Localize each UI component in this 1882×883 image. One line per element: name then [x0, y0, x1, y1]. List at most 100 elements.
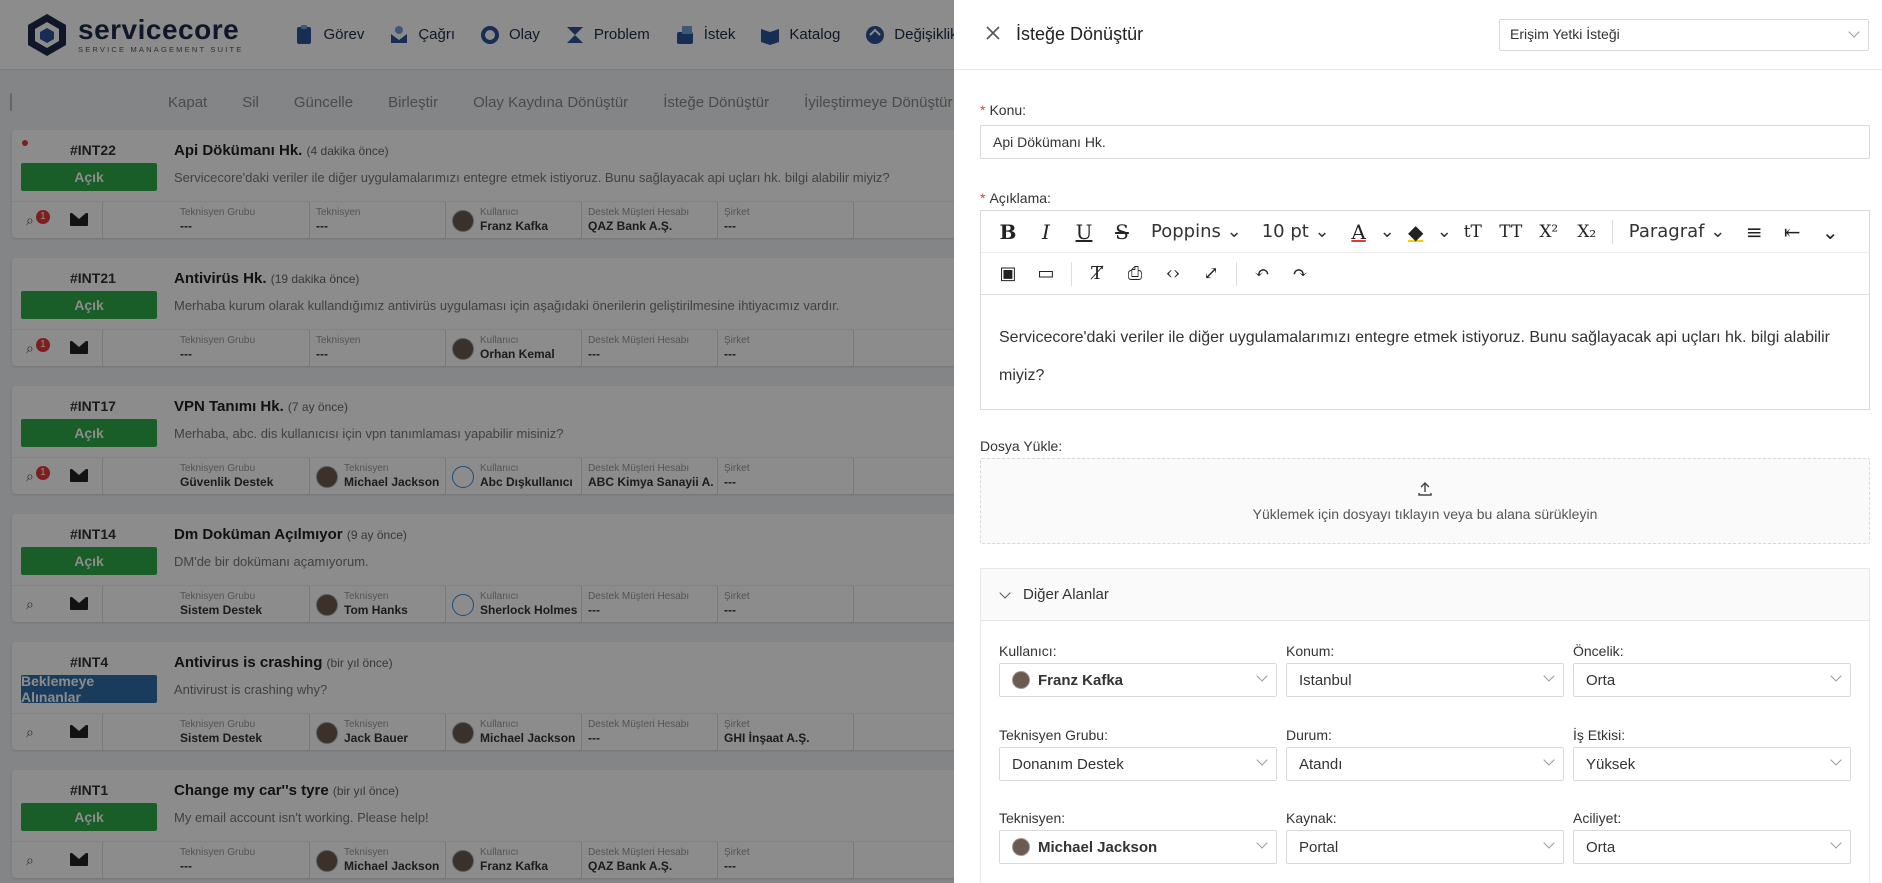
- drawer-header: İsteğe Dönüştür Erişim Yetki İsteği: [954, 0, 1882, 70]
- modal-overlay[interactable]: [0, 0, 954, 883]
- fullscreen-icon[interactable]: ⤢: [1192, 263, 1230, 284]
- chevron-down-icon: [1830, 837, 1842, 849]
- print-icon[interactable]: ⎙: [1116, 263, 1154, 284]
- tech-select[interactable]: Michael Jackson: [999, 830, 1277, 864]
- tech-group-select[interactable]: Donanım Destek: [999, 747, 1277, 781]
- upload-icon: [1418, 482, 1432, 496]
- avatar: [1012, 838, 1030, 856]
- redo-icon[interactable]: ↷: [1281, 263, 1319, 284]
- video-icon[interactable]: ▭: [1027, 263, 1065, 284]
- urgency-select-value: Orta: [1586, 838, 1616, 856]
- chevron-down-icon: [1543, 754, 1555, 766]
- chevron-down-icon: [1830, 670, 1842, 682]
- paragraph-value: Paragraf: [1628, 221, 1705, 242]
- upload-dropzone[interactable]: Yüklemek için dosyayı tıklayın veya bu a…: [980, 458, 1870, 544]
- source-field-label: Kaynak:: [1286, 810, 1337, 826]
- description-editor: B I U S Poppins ⌄ 10 pt ⌄ A ⌄ ◆ ⌄ tT TT X²…: [980, 210, 1870, 410]
- priority-select[interactable]: Orta: [1573, 663, 1851, 697]
- undo-icon[interactable]: ↶: [1243, 263, 1281, 284]
- chevron-down-icon: [1543, 670, 1555, 682]
- chevron-down-icon: [1256, 754, 1268, 766]
- chevron-down-icon[interactable]: ⌄: [1437, 221, 1452, 242]
- location-select-value: Istanbul: [1299, 671, 1352, 689]
- priority-field-label-text: Öncelik: [1573, 643, 1620, 659]
- template-select[interactable]: Erişim Yetki İsteği: [1499, 19, 1869, 51]
- tech-field-label-text: Teknisyen: [999, 810, 1062, 826]
- underline-icon[interactable]: U: [1065, 220, 1103, 244]
- subscript-icon[interactable]: X₂: [1568, 222, 1606, 242]
- chevron-down-icon: [1848, 26, 1860, 38]
- image-icon[interactable]: ▣: [989, 263, 1027, 284]
- description-label: * Açıklama:: [980, 190, 1051, 206]
- bold-icon[interactable]: B: [989, 220, 1027, 244]
- text-transform-icon[interactable]: TT: [1492, 222, 1530, 242]
- priority-field-label: Öncelik:: [1573, 643, 1624, 659]
- impact-field-label: İş Etkisi:: [1573, 727, 1626, 743]
- other-fields-title: Diğer Alanlar: [1023, 586, 1109, 603]
- superscript-icon[interactable]: X²: [1530, 222, 1568, 242]
- tech-field-label: Teknisyen:: [999, 810, 1066, 826]
- strikethrough-icon[interactable]: S: [1103, 220, 1141, 244]
- tech-group-field-label: Teknisyen Grubu:: [999, 727, 1108, 743]
- subject-input[interactable]: Api Dökümanı Hk.: [980, 125, 1870, 159]
- required-marker: *: [980, 190, 986, 206]
- status-select-value: Atandı: [1299, 755, 1343, 773]
- status-select[interactable]: Atandı: [1286, 747, 1564, 781]
- font-color-icon[interactable]: A: [1340, 220, 1378, 244]
- location-field-label: Konum:: [1286, 643, 1335, 659]
- description-label-text: Açıklama: [989, 190, 1048, 206]
- font-size-select[interactable]: 10 pt ⌄: [1262, 221, 1330, 242]
- font-size-value: 10 pt: [1261, 221, 1309, 242]
- required-marker: *: [980, 102, 986, 118]
- source-field-label-text: Kaynak: [1286, 810, 1333, 826]
- toolbar-divider: [1611, 219, 1613, 244]
- avatar: [1012, 671, 1030, 689]
- status-field-label: Durum:: [1286, 727, 1332, 743]
- highlight-color-icon[interactable]: ◆: [1397, 220, 1435, 244]
- user-select[interactable]: Franz Kafka: [999, 663, 1277, 697]
- location-select[interactable]: Istanbul: [1286, 663, 1564, 697]
- code-view-icon[interactable]: ‹›: [1154, 263, 1192, 284]
- chevron-down-icon: [1256, 670, 1268, 682]
- editor-toolbar-row-2: ▣ ▭ Ⱦ ⎙ ‹› ⤢ ↶ ↷: [981, 253, 1869, 295]
- status-field-label-text: Durum: [1286, 727, 1329, 743]
- upload-label-text: Dosya Yükle: [980, 438, 1059, 454]
- source-select[interactable]: Portal: [1286, 830, 1564, 864]
- toolbar-divider: [1236, 261, 1237, 286]
- align-left-icon[interactable]: ≡: [1735, 220, 1773, 244]
- subject-input-value: Api Dökümanı Hk.: [993, 134, 1106, 150]
- italic-icon[interactable]: I: [1027, 220, 1065, 244]
- other-fields-header[interactable]: Diğer Alanlar: [981, 569, 1869, 621]
- editor-toolbar-row-1: B I U S Poppins ⌄ 10 pt ⌄ A ⌄ ◆ ⌄ tT TT X²…: [981, 211, 1869, 253]
- font-family-select[interactable]: Poppins ⌄: [1151, 221, 1242, 242]
- outdent-icon[interactable]: ⇤: [1773, 220, 1811, 244]
- urgency-select[interactable]: Orta: [1573, 830, 1851, 864]
- chevron-down-icon[interactable]: ⌄: [1380, 221, 1395, 242]
- tech-select-value: Michael Jackson: [1038, 838, 1158, 856]
- upload-label: Dosya Yükle:: [980, 438, 1063, 454]
- font-family-value: Poppins: [1151, 221, 1221, 242]
- description-content[interactable]: Servicecore'daki veriler ile diğer uygul…: [981, 295, 1869, 419]
- source-select-value: Portal: [1299, 838, 1339, 856]
- subject-label-text: Konu: [989, 102, 1023, 118]
- template-select-value: Erişim Yetki İsteği: [1510, 26, 1620, 42]
- convert-drawer: İsteğe Dönüştür Erişim Yetki İsteği * Kon…: [954, 0, 1882, 883]
- impact-select[interactable]: Yüksek: [1573, 747, 1851, 781]
- user-select-value: Franz Kafka: [1038, 671, 1124, 689]
- subject-label: * Konu:: [980, 102, 1027, 118]
- chevron-down-icon: [1543, 837, 1555, 849]
- location-field-label-text: Konum: [1286, 643, 1331, 659]
- upload-hint: Yüklemek için dosyayı tıklayın veya bu a…: [1252, 506, 1598, 522]
- close-icon[interactable]: [984, 24, 1002, 42]
- text-size-icon[interactable]: tT: [1454, 222, 1492, 242]
- chevron-down-icon: [999, 586, 1011, 599]
- toolbar-divider: [1071, 261, 1072, 286]
- impact-field-label-text: İş Etkisi: [1573, 727, 1622, 743]
- paragraph-select[interactable]: Paragraf ⌄: [1629, 221, 1726, 242]
- drawer-title: İsteğe Dönüştür: [1016, 24, 1144, 44]
- priority-select-value: Orta: [1586, 671, 1616, 689]
- tech-group-field-label-text: Teknisyen Grubu: [999, 727, 1105, 743]
- clear-format-icon[interactable]: Ⱦ: [1078, 263, 1116, 284]
- chevron-down-icon: [1830, 754, 1842, 766]
- more-toolbar-icon[interactable]: ⌄: [1811, 220, 1849, 244]
